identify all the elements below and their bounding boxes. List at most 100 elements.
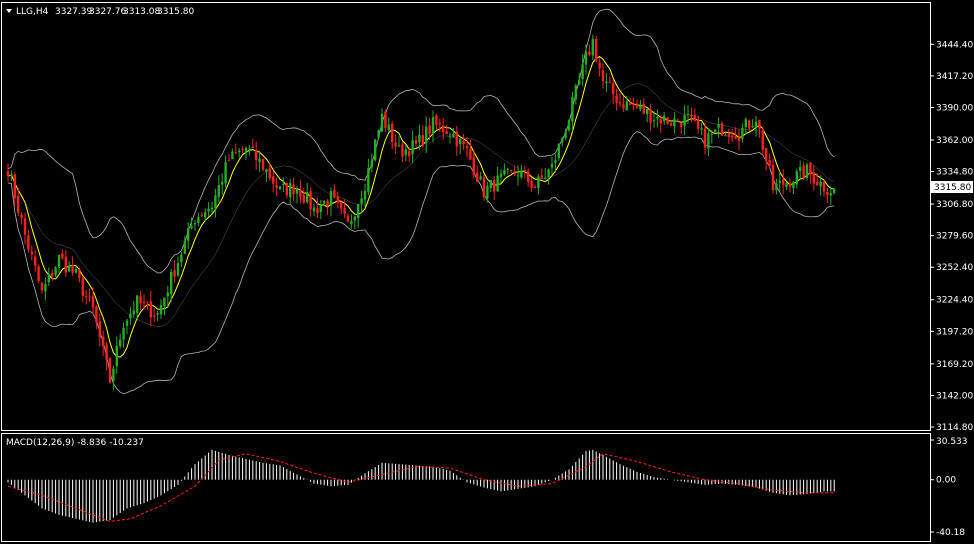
candle-body (78, 269, 81, 278)
candle (666, 116, 669, 125)
candle (720, 121, 724, 136)
macd-tick-label: 30.533 (936, 437, 968, 447)
candle-body (387, 124, 390, 131)
candle-body (289, 183, 292, 198)
candle-body (788, 183, 792, 187)
candle-body (180, 254, 183, 263)
candle-body (656, 117, 659, 119)
candle-body (499, 173, 503, 178)
candle-body (159, 305, 163, 315)
candle-body (217, 185, 220, 197)
candle-body (775, 184, 778, 191)
candle-body (816, 182, 819, 186)
price-tick-label: 3306.80 (936, 200, 973, 210)
candle-body (136, 295, 139, 313)
candle-body (411, 140, 414, 155)
candle-body (506, 168, 509, 170)
candle-body (714, 129, 717, 132)
candle-body (37, 266, 40, 281)
candle-body (567, 119, 571, 131)
candle-body (459, 138, 462, 145)
candle-body (299, 190, 302, 197)
candle-body (340, 201, 343, 209)
candle-body (17, 195, 20, 213)
candle (557, 143, 560, 161)
candle-body (482, 177, 486, 198)
candle-body (323, 201, 326, 204)
candle-body (397, 145, 401, 147)
candle-body (51, 272, 54, 277)
candle-body (652, 120, 656, 122)
header-symbol: LLG,H4 (16, 7, 49, 17)
price-tick-label: 3334.80 (936, 168, 973, 178)
candle-body (268, 168, 271, 179)
candle-body (782, 179, 785, 185)
header-low: 3313.08 (123, 7, 160, 17)
candle-body (44, 284, 47, 292)
candle-body (238, 150, 241, 153)
candle (108, 357, 112, 384)
price-tick-label: 3114.80 (936, 423, 973, 433)
candle-body (544, 177, 547, 179)
candle-body (761, 129, 764, 150)
candle (595, 36, 598, 63)
candle-body (404, 149, 407, 156)
candle-body (156, 313, 159, 315)
candle-body (744, 119, 747, 128)
candle-body (122, 327, 125, 340)
candle-body (768, 159, 771, 167)
candle (482, 174, 486, 201)
candle-body (95, 306, 98, 323)
candle-body (363, 191, 367, 200)
candle-body (401, 144, 404, 157)
candle-body (425, 126, 428, 144)
candle-body (173, 269, 176, 277)
candle-body (533, 186, 537, 188)
candle-body (625, 101, 628, 111)
candle-body (357, 204, 360, 218)
price-tick-label: 3197.20 (936, 327, 973, 337)
candle-body (690, 114, 693, 117)
candle-body (13, 174, 16, 199)
candle-body (537, 176, 540, 188)
candle-body (40, 282, 44, 291)
candle-body (380, 113, 384, 132)
candle-body (231, 151, 234, 159)
candle-body (88, 296, 91, 298)
price-panel[interactable] (1, 2, 931, 431)
candle-body (635, 103, 639, 108)
macd-axis: 30.533 0.00 -40.18 (930, 437, 968, 538)
candle-body (20, 214, 23, 218)
candle-body (476, 173, 479, 182)
candle-body (421, 135, 424, 146)
candle-body (132, 310, 135, 315)
candle-body (350, 220, 353, 224)
candle-body (47, 274, 50, 283)
candle-body (469, 149, 472, 160)
header-high: 3327.76 (89, 7, 126, 17)
candle-body (193, 223, 197, 225)
candle-body (74, 268, 78, 273)
candle-body (758, 119, 761, 129)
candle-body (57, 255, 61, 268)
candle-body (550, 164, 554, 168)
candle-body (146, 301, 149, 303)
trading-chart[interactable]: 3444.40 3417.20 3390.00 3362.00 3334.80 3306.… (0, 0, 974, 544)
candle-body (336, 196, 339, 203)
candle-body (642, 103, 645, 114)
candle-body (805, 164, 809, 179)
header-open: 3327.39 (55, 7, 92, 17)
macd-tick-label: 0.00 (936, 476, 956, 486)
candle-body (153, 315, 156, 317)
header-close: 3315.80 (157, 7, 194, 17)
candle-body (207, 208, 210, 212)
candle-body (255, 150, 258, 161)
price-tick-label: 3142.00 (936, 391, 973, 401)
candle-body (615, 95, 618, 103)
candle-body (343, 208, 346, 214)
candle-body (221, 182, 224, 185)
candle-body (792, 182, 795, 189)
candle-body (591, 38, 594, 56)
candle-body (629, 103, 632, 105)
candle-body (778, 180, 781, 183)
